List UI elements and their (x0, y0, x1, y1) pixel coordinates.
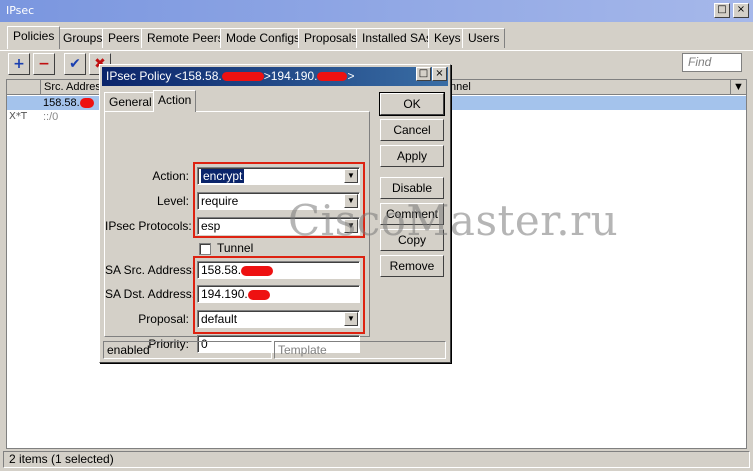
tab-remote-peers[interactable]: Remote Peers (141, 28, 230, 48)
row-flag: X*T (9, 111, 27, 122)
watermark: CiscoMaster.ru (288, 196, 619, 245)
ok-button[interactable]: OK (379, 92, 445, 116)
dialog-title: IPsec Policy <158.58. >194.190. > (102, 67, 448, 86)
row-src-address: ::/0 (43, 111, 59, 123)
tab-peers[interactable]: Peers (102, 28, 146, 48)
remove-button[interactable]: Remove (380, 255, 444, 277)
dialog-maximize-icon[interactable]: □ (416, 67, 431, 81)
proposal-label: Proposal: (138, 312, 189, 326)
tab-keys[interactable]: Keys (428, 28, 467, 48)
column-header-tunnel[interactable]: nnel (447, 80, 731, 95)
ipsec-protocols-label: IPsec Protocols: (105, 219, 192, 233)
tab-action[interactable]: Action (153, 90, 197, 112)
level-label: Level: (156, 194, 189, 208)
dialog-status-enabled: enabled (103, 341, 272, 359)
sa-dst-address-label: SA Dst. Address: (105, 287, 196, 301)
tunnel-checkbox[interactable] (199, 243, 211, 255)
add-icon[interactable]: + (8, 53, 30, 75)
tab-users[interactable]: Users (462, 28, 506, 48)
row-src-address: 158.58. (43, 96, 94, 110)
close-icon[interactable]: × (733, 3, 749, 18)
cancel-button[interactable]: Cancel (380, 119, 444, 141)
column-chevron-down-icon[interactable]: ▼ (731, 80, 746, 95)
highlight-box-addresses (193, 256, 365, 334)
remove-icon[interactable]: − (33, 53, 55, 75)
apply-button[interactable]: Apply (380, 145, 444, 167)
enable-check-icon[interactable]: ✔ (64, 53, 86, 75)
tab-groups[interactable]: Groups (57, 28, 109, 48)
flag-column-header (7, 80, 41, 95)
tab-bar: Policies Groups Peers Remote Peers Mode … (0, 26, 753, 49)
tab-policies[interactable]: Policies (7, 26, 61, 49)
maximize-icon[interactable]: □ (714, 3, 730, 18)
column-header-src-address[interactable]: Src. Address (41, 80, 101, 95)
tab-general[interactable]: General (104, 92, 157, 111)
find-input[interactable]: Find (682, 53, 742, 72)
sa-src-address-label: SA Src. Address: (105, 263, 196, 277)
tunnel-label: Tunnel (217, 241, 254, 255)
action-label: Action: (152, 169, 189, 183)
tab-proposals[interactable]: Proposals (298, 28, 364, 48)
tab-mode-configs[interactable]: Mode Configs (220, 28, 307, 48)
window-title: IPsec (0, 0, 753, 22)
tab-installed-sas[interactable]: Installed SAs (356, 28, 439, 48)
dialog-close-icon[interactable]: × (432, 67, 447, 81)
status-bar: 2 items (1 selected) (3, 451, 750, 468)
dialog-status-template: Template (274, 341, 446, 359)
